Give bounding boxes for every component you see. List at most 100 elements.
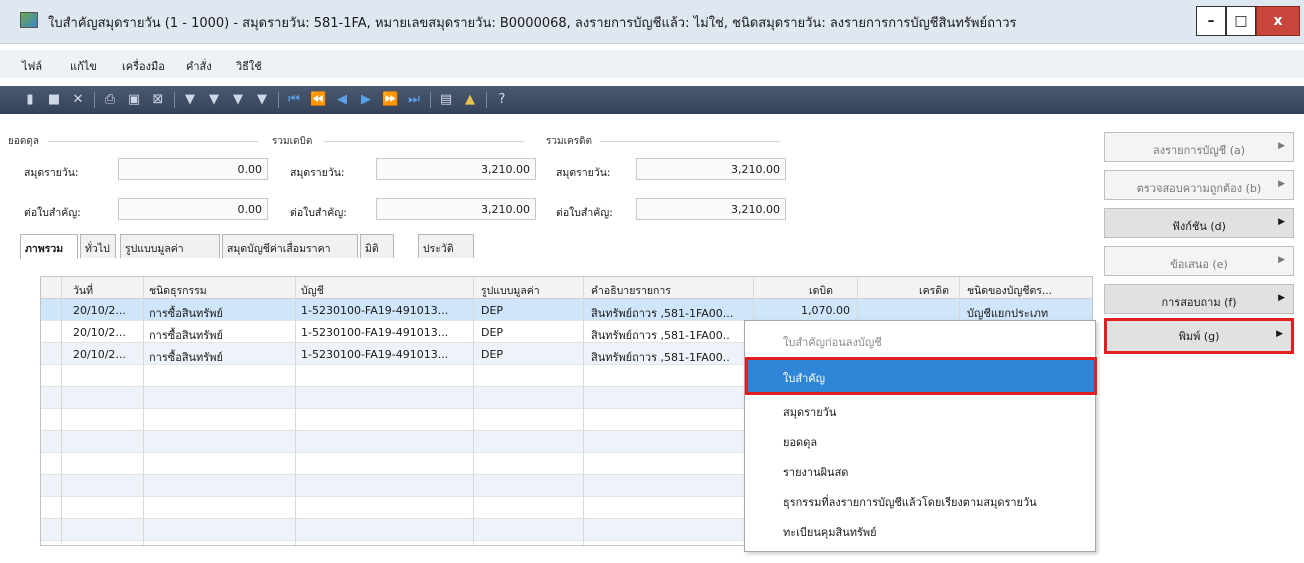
col-debit[interactable]: เดบิต [809, 282, 833, 299]
debit-journal-label: สมุดรายวัน: [290, 167, 345, 179]
filter-select-icon[interactable]: ▼ [206, 92, 222, 108]
cell-account: 1-5230100-FA19-491013... [301, 348, 449, 361]
delete-icon[interactable]: ✕ [70, 92, 86, 108]
debit-group-label: รวมเดบิต [272, 136, 313, 147]
proposal-button-label: ข้อเสนอ (e) [1170, 258, 1228, 271]
validate-button-label: ตรวจสอบความถูกต้อง (b) [1136, 182, 1262, 195]
inquiry-button[interactable]: การสอบถาม (f) ▶ [1104, 284, 1294, 314]
cell-transaction-type: การซื้อสินทรัพย์ [149, 351, 223, 364]
col-date[interactable]: วันที่ [73, 282, 93, 299]
debit-voucher-field: 3,210.00 [376, 198, 536, 220]
chevron-right-icon: ▶ [1278, 179, 1285, 189]
print-button-label: พิมพ์ (g) [1178, 330, 1220, 343]
window-title: ใบสำคัญสมุดรายวัน (1 - 1000) - สมุดรายวั… [48, 16, 1017, 31]
tab-history[interactable]: ประวัติ [418, 234, 474, 258]
col-offset-account-type[interactable]: ชนิดของบัญชีตร... [967, 282, 1052, 299]
preview-icon[interactable]: ▣ [126, 92, 142, 108]
cell-description: สินทรัพย์ถาวร ,581-1FA00.. [591, 351, 730, 364]
menu-command[interactable]: คำสั่ง [186, 57, 212, 75]
alert-icon[interactable]: ▲ [462, 92, 478, 108]
col-account[interactable]: บัญชี [301, 282, 324, 299]
print-button[interactable]: พิมพ์ (g) ▶ [1104, 318, 1294, 354]
cell-value-model: DEP [481, 326, 504, 339]
chevron-right-icon: ▶ [1278, 293, 1285, 303]
menu-file[interactable]: ไฟล์ [22, 57, 42, 75]
menu-edit[interactable]: แก้ไข [70, 57, 97, 75]
print-icon[interactable]: ⎙ [102, 92, 118, 108]
credit-journal-label: สมุดรายวัน: [556, 167, 611, 179]
close-button[interactable]: x [1256, 6, 1300, 36]
tab-value-model[interactable]: รูปแบบมูลค่า [120, 234, 220, 258]
last-record-icon[interactable]: ⏭ [406, 92, 422, 108]
balance-group-label: ยอดดุล [8, 136, 39, 147]
filter-clear-icon[interactable]: ▼ [230, 92, 246, 108]
cell-account: 1-5230100-FA19-491013... [301, 304, 449, 317]
col-credit[interactable]: เครดิต [919, 282, 949, 299]
menu-item-posted-transactions[interactable]: ธุรกรรมที่ลงรายการบัญชีแล้วโดยเรียงตามสม… [745, 485, 1095, 515]
validate-button[interactable]: ตรวจสอบความถูกต้อง (b) ▶ [1104, 170, 1294, 200]
minimize-button[interactable]: – [1196, 6, 1226, 36]
debit-voucher-label: ต่อใบสำคัญ: [290, 207, 347, 219]
credit-voucher-field: 3,210.00 [636, 198, 786, 220]
filter-advanced-icon[interactable]: ▼ [254, 92, 270, 108]
debit-journal-field: 3,210.00 [376, 158, 536, 180]
first-record-icon[interactable]: ⏮ [286, 92, 302, 108]
cell-transaction-type: การซื้อสินทรัพย์ [149, 329, 223, 342]
export-icon[interactable]: ⊠ [150, 92, 166, 108]
menu-help[interactable]: วิธีใช้ [236, 57, 262, 75]
tab-general[interactable]: ทั่วไป [80, 234, 116, 258]
cell-date: 20/10/2... [73, 348, 126, 361]
menu-tools[interactable]: เครื่องมือ [122, 57, 165, 75]
functions-button-label: ฟังก์ชัน (d) [1172, 220, 1226, 233]
menu-item-balance[interactable]: ยอดดุล [745, 425, 1095, 455]
inquiry-button-label: การสอบถาม (f) [1161, 296, 1237, 309]
balance-journal-label: สมุดรายวัน: [24, 167, 79, 179]
document-icon[interactable]: ▤ [438, 92, 454, 108]
chevron-right-icon: ▶ [1278, 141, 1285, 151]
tab-dimension[interactable]: มิติ [360, 234, 394, 258]
credit-voucher-label: ต่อใบสำคัญ: [556, 207, 613, 219]
table-row[interactable]: 20/10/2... การซื้อสินทรัพย์ 1-5230100-FA… [41, 299, 1092, 321]
filter-icon[interactable]: ▼ [182, 92, 198, 108]
col-description[interactable]: คำอธิบายรายการ [591, 282, 671, 299]
balance-voucher-field: 0.00 [118, 198, 268, 220]
next-page-icon[interactable]: ⏩ [382, 92, 398, 108]
prev-record-icon[interactable]: ◀ [334, 92, 350, 108]
balance-journal-field: 0.00 [118, 158, 268, 180]
window-titlebar: ใบสำคัญสมุดรายวัน (1 - 1000) - สมุดรายวั… [0, 0, 1304, 44]
cell-description: สินทรัพย์ถาวร ,581-1FA00... [591, 307, 734, 320]
print-submenu: ใบสำคัญก่อนลงบัญชี ใบสำคัญ สมุดรายวัน ยอ… [744, 320, 1097, 552]
new-icon[interactable]: ▮ [22, 92, 38, 108]
functions-button[interactable]: ฟังก์ชัน (d) ▶ [1104, 208, 1294, 238]
chevron-right-icon: ▶ [1278, 217, 1285, 227]
app-icon [20, 12, 38, 28]
help-icon[interactable]: ? [494, 92, 510, 108]
cell-debit: 1,070.00 [801, 304, 850, 317]
next-record-icon[interactable]: ▶ [358, 92, 374, 108]
tab-depreciation-book[interactable]: สมุดบัญชีค่าเสื่อมราคา [222, 234, 358, 258]
balance-voucher-label: ต่อใบสำคัญ: [24, 207, 81, 219]
col-value-model[interactable]: รูปแบบมูลค่า [481, 282, 540, 299]
credit-group-label: รวมเครดิต [546, 136, 593, 147]
cell-value-model: DEP [481, 348, 504, 361]
proposal-button[interactable]: ข้อเสนอ (e) ▶ [1104, 246, 1294, 276]
cell-value-model: DEP [481, 304, 504, 317]
menu-item-journal[interactable]: สมุดรายวัน [745, 395, 1095, 425]
credit-journal-field: 3,210.00 [636, 158, 786, 180]
menu-item-pre-posting-voucher[interactable]: ใบสำคัญก่อนลงบัญชี [745, 325, 1095, 355]
maximize-button[interactable]: □ [1226, 6, 1256, 36]
col-transaction-type[interactable]: ชนิดธุรกรรม [149, 282, 207, 299]
post-button-label: ลงรายการบัญชี (a) [1152, 144, 1246, 157]
cell-date: 20/10/2... [73, 304, 126, 317]
toolbar: ▮ ■ ✕ ⎙ ▣ ⊠ ▼ ▼ ▼ ▼ ⏮ ⏪ ◀ ▶ ⏩ ⏭ ▤ ▲ ? [0, 86, 1304, 114]
prev-page-icon[interactable]: ⏪ [310, 92, 326, 108]
cell-account: 1-5230100-FA19-491013... [301, 326, 449, 339]
menu-item-cash-report[interactable]: รายงานผินสด [745, 455, 1095, 485]
chevron-right-icon: ▶ [1276, 329, 1283, 339]
cell-date: 20/10/2... [73, 326, 126, 339]
menu-bar: ไฟล์ แก้ไข เครื่องมือ คำสั่ง วิธีใช้ [0, 50, 1304, 78]
tab-overview[interactable]: ภาพรวม [20, 234, 78, 259]
post-button[interactable]: ลงรายการบัญชี (a) ▶ [1104, 132, 1294, 162]
menu-item-asset-register[interactable]: ทะเบียนคุมสินทรัพย์ [745, 515, 1095, 545]
save-icon[interactable]: ■ [46, 92, 62, 108]
